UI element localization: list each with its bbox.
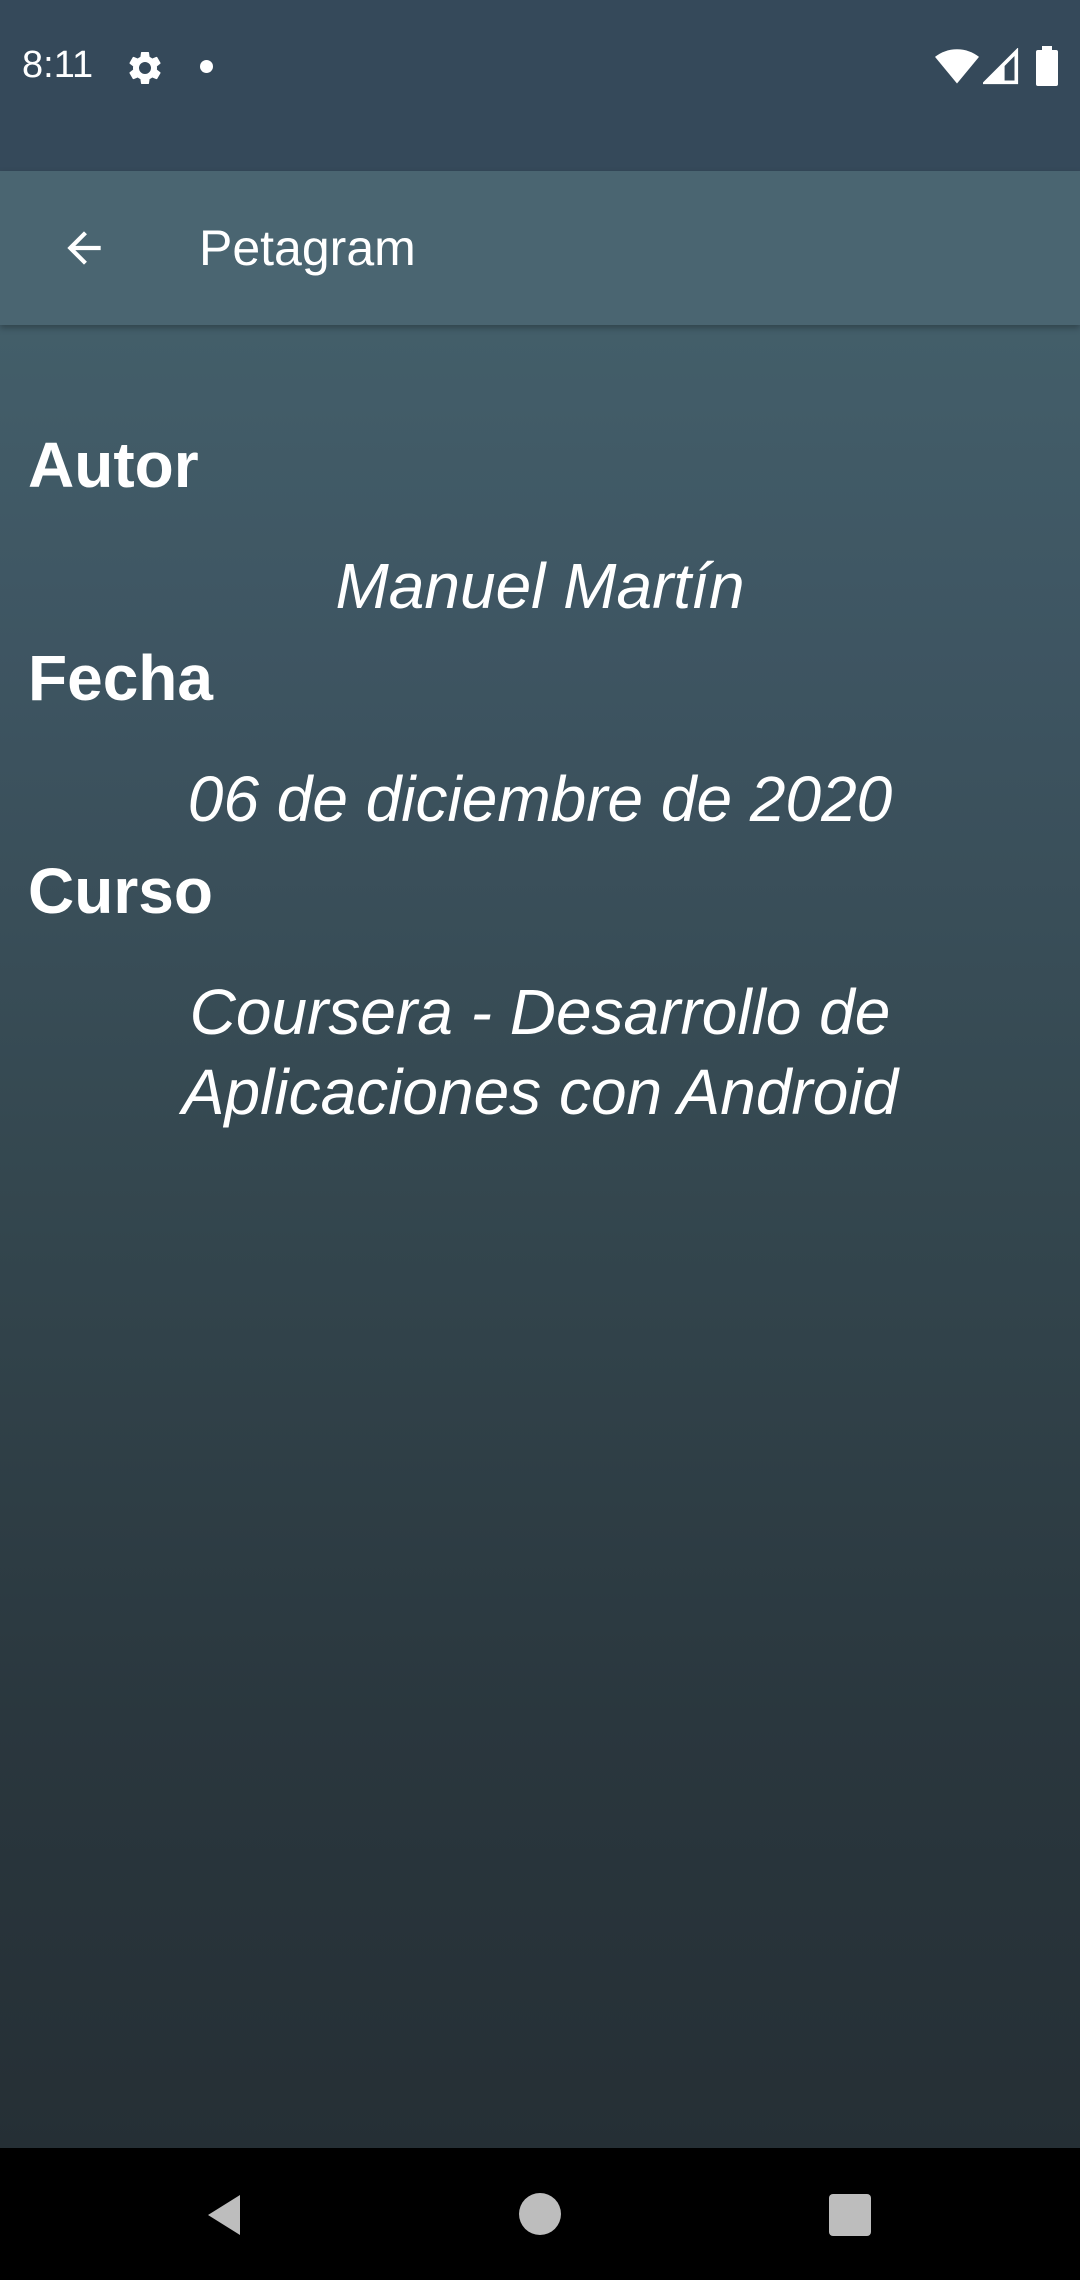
recents-square-icon[interactable] [829, 2194, 871, 2236]
date-value: 06 de diciembre de 2020 [187, 763, 893, 835]
gear-icon [129, 51, 161, 84]
course-label: Curso [28, 855, 213, 927]
navigation-bar [0, 2148, 1080, 2280]
status-time: 8:11 [22, 44, 94, 86]
app-title: Petagram [199, 220, 416, 276]
home-circle-icon[interactable] [519, 2193, 561, 2235]
course-value-line2: Aplicaciones con Android [181, 1056, 899, 1128]
author-value: Manuel Martín [335, 550, 745, 622]
wifi-icon [935, 49, 979, 84]
author-label: Autor [28, 429, 199, 501]
back-triangle-icon[interactable] [200, 2191, 248, 2239]
date-label: Fecha [28, 642, 213, 714]
battery-icon [1036, 46, 1058, 86]
notification-dot-icon [200, 60, 213, 73]
arrow-left-icon [67, 231, 101, 265]
status-bar: 8:11 [0, 0, 1080, 171]
course-value-line1: Coursera - Desarrollo de [189, 976, 891, 1048]
app-bar: Petagram [0, 171, 1080, 325]
cell-signal-icon [983, 48, 1019, 85]
back-button[interactable] [42, 206, 126, 290]
